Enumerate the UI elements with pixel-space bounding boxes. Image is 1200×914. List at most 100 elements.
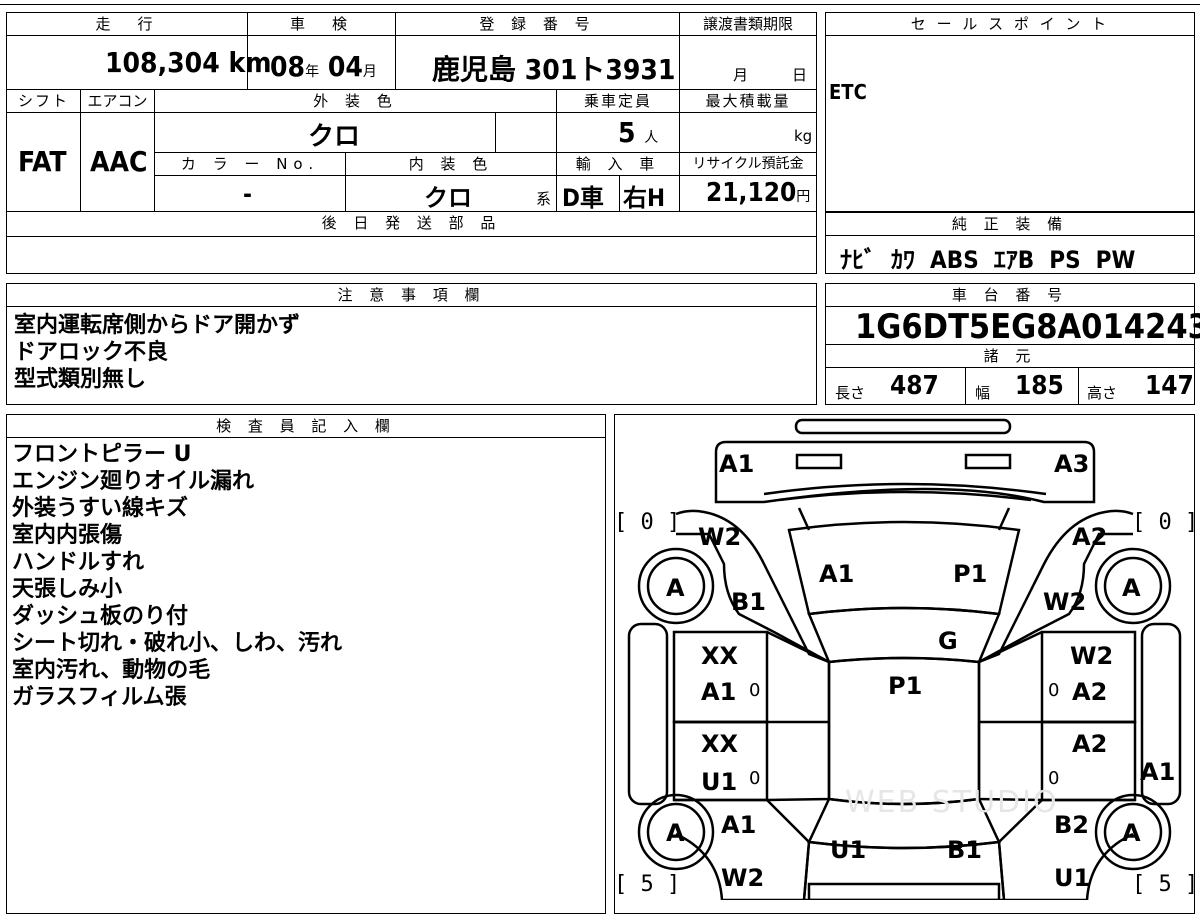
max-load-unit: kg xyxy=(794,127,813,145)
aircon-value: AAC xyxy=(90,145,148,178)
interior-color-header: 内 装 色 xyxy=(345,152,557,176)
inspection-year: 08 xyxy=(270,50,306,83)
chassis-number: 1G6DT5EG8A0142435 xyxy=(855,307,1200,347)
diagram-rdoor-l-1: XX xyxy=(701,730,739,758)
interior-color-value: クロ xyxy=(424,184,472,212)
inspector-line: 外装うすい線キズ xyxy=(12,496,189,521)
inspector-line: シート切れ・破れ小、しわ、汚れ xyxy=(12,631,343,656)
diagram-fender-fl: W2 xyxy=(698,523,742,551)
transfer-day-unit: 日 xyxy=(792,66,808,84)
import-steering-value: 右H xyxy=(623,184,666,212)
diagram-rear-r-u1: U1 xyxy=(1054,864,1091,892)
aircon-header: エアコン xyxy=(80,89,155,113)
inspector-line: 天張しみ小 xyxy=(12,577,123,602)
diagram-fender-fr: A2 xyxy=(1072,523,1108,551)
shift-value: FAT xyxy=(18,145,67,178)
diagram-rdoor-l-2: U1 xyxy=(701,768,738,796)
genuine-equipment-header: 純 正 装 備 xyxy=(825,212,1195,236)
diagram-rocker-r: A1 xyxy=(1140,758,1176,786)
interior-color-suffix: 系 xyxy=(536,190,552,208)
exterior-color-value: クロ xyxy=(308,122,361,152)
capacity-number: 5 xyxy=(618,116,636,149)
spec-height-value: 147 xyxy=(1145,371,1194,401)
diagram-bracket-tl: [ 0 ] xyxy=(614,510,681,535)
inspection-header: 車 検 xyxy=(247,12,396,36)
inspector-line: 室内内張傷 xyxy=(12,523,123,548)
diagram-fl-b1: B1 xyxy=(731,588,766,616)
diagram-bracket-bl: [ 5 ] xyxy=(614,872,681,897)
notices-header: 注 意 事 項 欄 xyxy=(6,283,817,307)
inspection-month-unit: 月 xyxy=(362,64,377,80)
diagram-front-left: A1 xyxy=(719,450,755,478)
diagram-hood-p1: P1 xyxy=(953,560,988,588)
inspector-header: 検 査 員 記 入 欄 xyxy=(6,414,606,438)
mileage-header: 走 行 xyxy=(6,12,248,36)
inspector-line: 室内汚れ、動物の毛 xyxy=(12,658,211,683)
top-edge-line xyxy=(0,0,1200,5)
mileage-number: 108,304 xyxy=(105,46,220,79)
inspector-line: ダッシュ板のり付 xyxy=(12,604,189,629)
diagram-trunk-b1: B1 xyxy=(947,836,982,864)
diagram-hood-a1: A1 xyxy=(819,560,855,588)
recycle-unit: 円 xyxy=(796,189,811,205)
diagram-fr-w2: W2 xyxy=(1043,588,1087,616)
diagram-bracket-br: [ 5 ] xyxy=(1132,872,1199,897)
diagram-zero-fr: 0 xyxy=(1048,680,1060,701)
genuine-equipment-text: ﾅﾋﾞ ｶﾜ ABS ｴｱB PS PW xyxy=(840,246,1136,274)
diagram-roof-p1: P1 xyxy=(888,672,923,700)
inspector-line: ハンドルすれ xyxy=(12,550,145,575)
capacity-unit: 人 xyxy=(644,130,659,146)
diagram-fdoor-r-2: A2 xyxy=(1072,678,1108,706)
sale-points-text: ETC xyxy=(829,80,867,104)
shift-header: シフト xyxy=(6,89,81,113)
sale-points-header: セ ー ル ス ポ イ ン ト xyxy=(825,12,1195,36)
chassis-header: 車 台 番 号 xyxy=(825,283,1195,307)
inspection-month: 04 xyxy=(327,50,363,83)
inspector-line: ガラスフィルム張 xyxy=(12,685,187,710)
diagram-rear-l-a1: A1 xyxy=(721,811,757,839)
registration-value: 鹿児島 301ト3931 xyxy=(432,53,676,86)
diagram-tire-fr: A xyxy=(1122,574,1141,602)
diagram-fdoor-r-1: W2 xyxy=(1070,642,1114,670)
inspection-value: 08年 04月 xyxy=(270,50,377,83)
diagram-rear-l-w2: W2 xyxy=(721,864,765,892)
notices-lines: 室内運転席側からドア開かず ドアロック不良 型式類別無し xyxy=(14,312,300,393)
max-load-header: 最大積載量 xyxy=(679,89,817,113)
spec-length-value: 487 xyxy=(890,371,939,401)
exterior-color-header: 外 装 色 xyxy=(154,89,557,113)
spec-length-label: 長さ xyxy=(835,384,866,402)
diagram-rdoor-r-1: A2 xyxy=(1072,730,1108,758)
inspector-lines: フロントピラー U エンジン廻りオイル漏れ 外装うすい線キズ 室内内張傷 ハンド… xyxy=(12,441,342,711)
diagram-trunk-u1: U1 xyxy=(830,836,867,864)
diagram-tire-rr: A xyxy=(1122,819,1141,847)
import-type-value: D車 xyxy=(562,184,604,212)
inspector-line: エンジン廻りオイル漏れ xyxy=(12,469,255,494)
diagram-front-right: A3 xyxy=(1054,450,1090,478)
spec-height-label: 高さ xyxy=(1087,384,1118,402)
capacity-header: 乗車定員 xyxy=(556,89,680,113)
sale-points-box xyxy=(825,12,1195,212)
color-no-value: - xyxy=(243,180,252,208)
later-parts-header: 後 日 発 送 部 品 xyxy=(6,211,817,237)
spec-width-label: 幅 xyxy=(975,384,991,402)
inspection-year-unit: 年 xyxy=(305,64,320,80)
registration-header: 登 録 番 号 xyxy=(395,12,680,36)
diagram-zero-fl: 0 xyxy=(749,680,761,701)
notice-line: 室内運転席側からドア開かず xyxy=(14,313,301,338)
notice-line: ドアロック不良 xyxy=(14,340,169,365)
diagram-watermark: WEB STUDIO xyxy=(845,785,1059,820)
recycle-number: 21,120 xyxy=(706,178,797,208)
diagram-rear-r-b2: B2 xyxy=(1054,811,1089,839)
specs-header: 諸 元 xyxy=(825,344,1195,368)
diagram-fdoor-l-2: A1 xyxy=(701,678,737,706)
recycle-header: リサイクル預託金 xyxy=(679,152,817,176)
color-no-header: カ ラ ー No. xyxy=(154,152,346,176)
import-header: 輸 入 車 xyxy=(556,152,680,176)
diagram-tire-fl: A xyxy=(666,574,685,602)
capacity-value: 5 人 xyxy=(618,116,658,149)
diagram-tire-rl: A xyxy=(666,819,685,847)
inspector-line: フロントピラー U xyxy=(12,442,192,467)
spec-width-value: 185 xyxy=(1015,371,1064,401)
diagram-bracket-tr: [ 0 ] xyxy=(1132,510,1199,535)
recycle-value: 21,120円 xyxy=(706,178,810,208)
